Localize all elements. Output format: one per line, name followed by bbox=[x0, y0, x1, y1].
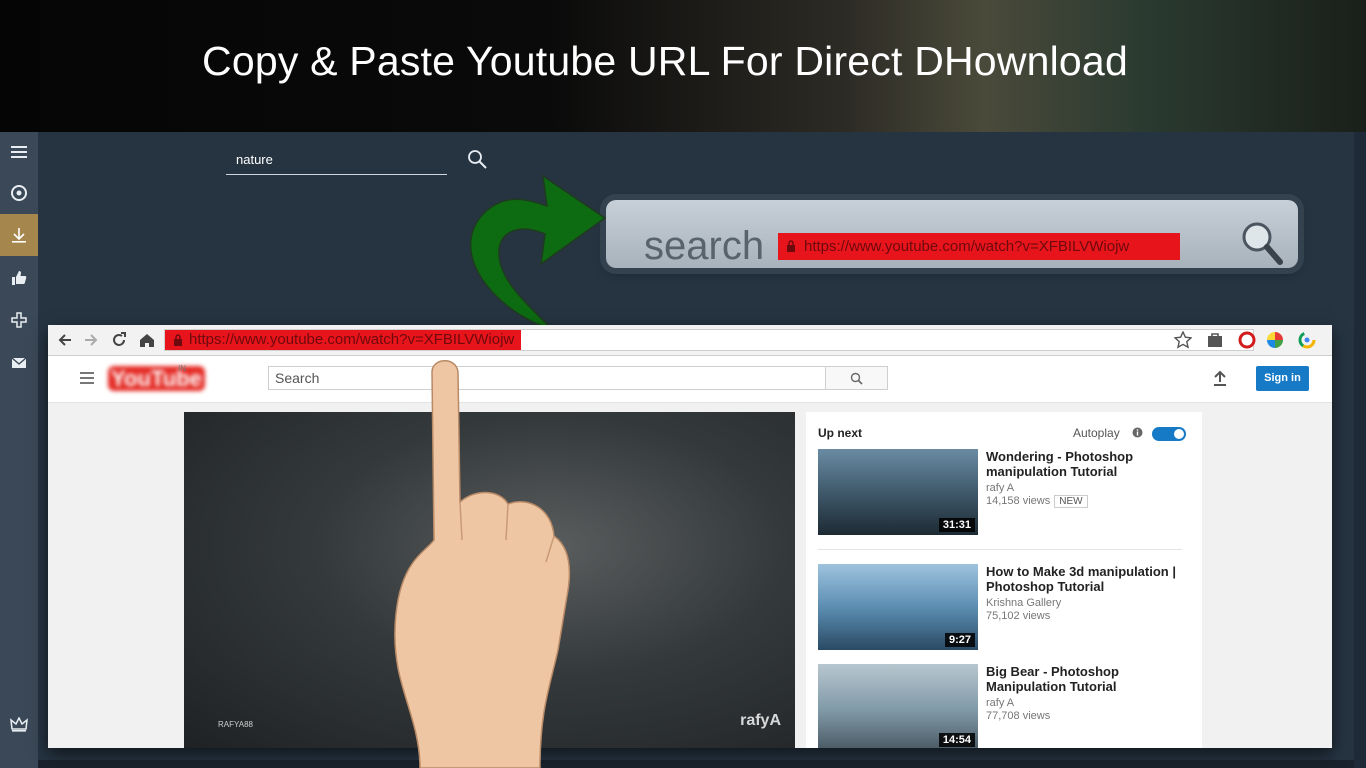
autoplay-toggle[interactable] bbox=[1152, 427, 1186, 441]
search-illustration-url-text: https://www.youtube.com/watch?v=XFBILVWi… bbox=[804, 238, 1130, 255]
upload-icon[interactable] bbox=[1212, 370, 1228, 386]
thumbs-up-icon bbox=[12, 271, 27, 285]
video-views: 75,102 views bbox=[986, 610, 1051, 622]
search-illustration: search https://www.youtube.com/watch?v=X… bbox=[606, 190, 1298, 276]
video-views-count: 14,158 views bbox=[986, 495, 1051, 507]
pointing-hand-icon bbox=[394, 360, 571, 768]
download-icon bbox=[12, 228, 26, 243]
search-input[interactable]: nature bbox=[226, 146, 447, 175]
search-input-value: nature bbox=[236, 152, 273, 167]
list-item[interactable]: 31:31 Wondering - Photoshop manipulation… bbox=[818, 449, 1188, 537]
plus-cross-icon bbox=[11, 312, 27, 328]
list-item[interactable]: 14:54 Big Bear - Photoshop Manipulation … bbox=[818, 664, 1188, 748]
sidebar-likes-button[interactable] bbox=[0, 258, 38, 298]
youtube-region: IN bbox=[178, 364, 186, 373]
youtube-logo-text: YouTube bbox=[108, 366, 205, 391]
video-thumbnail[interactable]: 31:31 bbox=[818, 449, 978, 535]
list-item[interactable]: 9:27 How to Make 3d manipulation | Photo… bbox=[818, 564, 1188, 652]
video-duration: 14:54 bbox=[938, 733, 975, 747]
home-icon[interactable] bbox=[138, 331, 156, 349]
up-next-panel: Up next Autoplay 31:31 Wondering - Photo… bbox=[806, 412, 1202, 748]
video-channel[interactable]: rafy A bbox=[986, 482, 1014, 494]
menu-icon bbox=[11, 146, 27, 158]
autoplay-label: Autoplay bbox=[1073, 426, 1120, 440]
sidebar-menu-button[interactable] bbox=[0, 132, 38, 172]
mail-icon bbox=[11, 357, 27, 368]
search-illustration-label: search bbox=[644, 224, 765, 268]
back-arrow-icon[interactable] bbox=[56, 331, 74, 349]
video-channel-tag: RAFYA88 bbox=[218, 720, 253, 729]
video-thumbnail[interactable]: 14:54 bbox=[818, 664, 978, 748]
search-icon bbox=[850, 372, 863, 385]
video-title[interactable]: Wondering - Photoshop manipulation Tutor… bbox=[986, 449, 1186, 479]
star-icon[interactable] bbox=[1174, 331, 1192, 349]
youtube-search-button[interactable] bbox=[825, 366, 888, 390]
curved-arrow-icon bbox=[470, 174, 607, 331]
video-views: 77,708 views bbox=[986, 710, 1051, 722]
video-channel[interactable]: rafy A bbox=[986, 697, 1014, 709]
video-title[interactable]: How to Make 3d manipulation | Photoshop … bbox=[986, 564, 1186, 594]
lock-icon bbox=[174, 334, 182, 346]
new-badge: NEW bbox=[1054, 495, 1088, 508]
crown-icon bbox=[10, 716, 28, 732]
banner-title: Copy & Paste Youtube URL For Direct DHow… bbox=[202, 38, 1128, 84]
youtube-header: YouTube IN Search Sign in bbox=[48, 356, 1332, 403]
compass-icon bbox=[11, 185, 27, 201]
video-channel[interactable]: Krishna Gallery bbox=[986, 597, 1061, 609]
hamburger-icon[interactable] bbox=[80, 372, 94, 384]
sidebar-explore-button[interactable] bbox=[0, 173, 38, 213]
browser-toolbar: https://www.youtube.com/watch?v=XFBILVWi… bbox=[48, 325, 1332, 356]
info-icon[interactable] bbox=[1132, 427, 1143, 438]
sidebar-mail-button[interactable] bbox=[0, 342, 38, 382]
chrome-icon[interactable] bbox=[1298, 331, 1316, 349]
up-next-title: Up next bbox=[818, 426, 863, 440]
video-duration: 31:31 bbox=[938, 518, 975, 532]
sidebar bbox=[0, 132, 38, 768]
sign-in-button[interactable]: Sign in bbox=[1256, 366, 1309, 391]
reload-icon[interactable] bbox=[110, 331, 128, 349]
video-duration: 9:27 bbox=[944, 633, 975, 647]
promo-banner: Copy & Paste Youtube URL For Direct DHow… bbox=[0, 0, 1366, 132]
address-bar-url-text: https://www.youtube.com/watch?v=XFBILVWi… bbox=[189, 331, 515, 348]
video-views: 14,158 views NEW bbox=[986, 495, 1088, 508]
browser-window: https://www.youtube.com/watch?v=XFBILVWi… bbox=[48, 325, 1332, 748]
search-icon[interactable] bbox=[466, 148, 488, 170]
color-wheel-icon[interactable] bbox=[1266, 331, 1284, 349]
sidebar-add-button[interactable] bbox=[0, 300, 38, 340]
video-title[interactable]: Big Bear - Photoshop Manipulation Tutori… bbox=[986, 664, 1186, 694]
forward-arrow-icon[interactable] bbox=[82, 331, 100, 349]
extension-bag-icon[interactable] bbox=[1206, 331, 1224, 349]
search-illustration-bar: search https://www.youtube.com/watch?v=X… bbox=[606, 200, 1298, 268]
search-illustration-url: https://www.youtube.com/watch?v=XFBILVWi… bbox=[778, 233, 1180, 260]
video-watermark: rafyA bbox=[740, 712, 781, 729]
divider bbox=[818, 549, 1182, 550]
youtube-logo[interactable]: YouTube bbox=[108, 366, 205, 392]
opera-extension-icon[interactable] bbox=[1238, 331, 1256, 349]
video-thumbnail[interactable]: 9:27 bbox=[818, 564, 978, 650]
sidebar-download-button[interactable] bbox=[0, 214, 38, 256]
address-bar-url: https://www.youtube.com/watch?v=XFBILVWi… bbox=[165, 330, 521, 350]
sidebar-premium-button[interactable] bbox=[10, 716, 28, 733]
magnifier-icon bbox=[1242, 222, 1283, 265]
lock-icon bbox=[787, 240, 795, 252]
app-bottom-edge bbox=[38, 760, 1354, 768]
address-bar[interactable]: https://www.youtube.com/watch?v=XFBILVWi… bbox=[164, 329, 1254, 351]
